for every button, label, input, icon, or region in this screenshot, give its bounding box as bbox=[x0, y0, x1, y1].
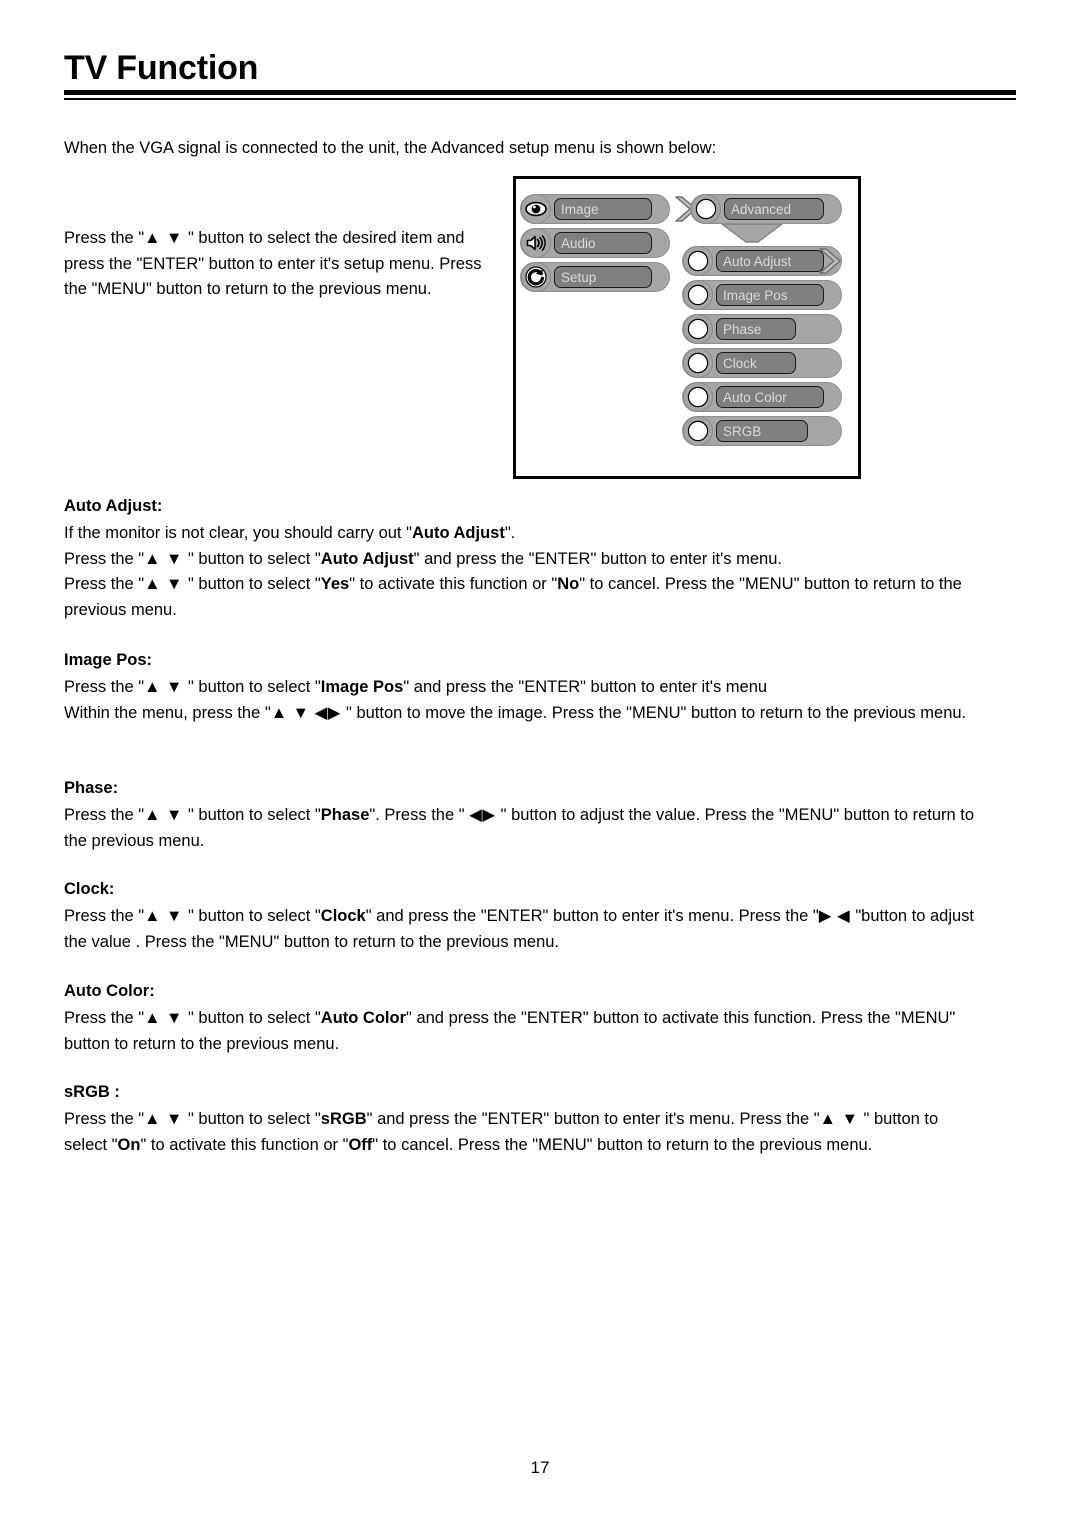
osd-main-item-setup[interactable]: Setup bbox=[520, 262, 670, 292]
osd-subitem-phase[interactable]: Phase bbox=[682, 314, 842, 344]
section-line: Press the "▲ ▼ " button to select "Image… bbox=[64, 678, 768, 696]
osd-main-item-image[interactable]: Image bbox=[520, 194, 670, 224]
osd-capsule: Phase bbox=[682, 314, 842, 344]
crescent-moon-icon bbox=[683, 382, 713, 412]
section-srgb: sRGB : Press the "▲ ▼ " button to select… bbox=[64, 1080, 984, 1158]
section-title: Auto Color: bbox=[64, 982, 155, 1000]
section-line: Press the "▲ ▼ " button to select "Yes" … bbox=[64, 575, 962, 619]
osd-main-item-audio[interactable]: Audio bbox=[520, 228, 670, 258]
crescent-moon-icon bbox=[683, 348, 713, 378]
navigation-instructions-text: Press the "▲ ▼ " button to select the de… bbox=[64, 229, 482, 298]
osd-subitem-auto-color[interactable]: Auto Color bbox=[682, 382, 842, 412]
heading-rule-thin bbox=[64, 98, 1016, 100]
osd-item-label: Auto Color bbox=[716, 386, 824, 408]
osd-subitem-clock[interactable]: Clock bbox=[682, 348, 842, 378]
osd-menu-diagram: Image Audio Setup Advanced Auto Adjust I… bbox=[513, 176, 861, 479]
section-auto-adjust: Auto Adjust: If the monitor is not clear… bbox=[64, 494, 984, 623]
section-title: Auto Adjust: bbox=[64, 497, 163, 515]
eye-icon bbox=[521, 194, 551, 224]
page-title: TV Function bbox=[64, 49, 259, 87]
manual-page: TV Function When the VGA signal is conne… bbox=[0, 0, 1080, 1527]
section-clock: Clock: Press the "▲ ▼ " button to select… bbox=[64, 877, 984, 955]
section-line: Press the "▲ ▼ " button to select "Phase… bbox=[64, 806, 975, 850]
osd-item-label: Phase bbox=[716, 318, 796, 340]
crescent-moon-icon bbox=[683, 246, 713, 276]
section-line: Within the menu, press the "▲ ▼ ◀▶ " but… bbox=[64, 703, 967, 722]
osd-item-label: Audio bbox=[554, 232, 652, 254]
speaker-icon bbox=[521, 228, 551, 258]
osd-capsule: Clock bbox=[682, 348, 842, 378]
osd-capsule: Setup bbox=[520, 262, 670, 292]
section-title: Clock: bbox=[64, 880, 115, 898]
section-line: Press the "▲ ▼ " button to select "Clock… bbox=[64, 907, 975, 951]
osd-subitem-srgb[interactable]: SRGB bbox=[682, 416, 842, 446]
intro-paragraph: When the VGA signal is connected to the … bbox=[64, 139, 717, 157]
crescent-moon-icon bbox=[683, 416, 713, 446]
section-line: Press the "▲ ▼ " button to select "Auto … bbox=[64, 1009, 956, 1053]
section-image-pos: Image Pos: Press the "▲ ▼ " button to se… bbox=[64, 648, 984, 726]
section-title: Image Pos: bbox=[64, 651, 153, 669]
osd-item-advanced[interactable]: Advanced bbox=[690, 194, 842, 224]
navigation-instructions: Press the "▲ ▼ " button to select the de… bbox=[64, 226, 484, 303]
section-line: Press the "▲ ▼ " button to select "sRGB"… bbox=[64, 1110, 939, 1154]
osd-item-label: Image bbox=[554, 198, 652, 220]
section-title: sRGB : bbox=[64, 1083, 120, 1101]
refresh-icon bbox=[521, 262, 551, 292]
osd-item-label: SRGB bbox=[716, 420, 808, 442]
section-phase: Phase: Press the "▲ ▼ " button to select… bbox=[64, 776, 984, 854]
crescent-moon-icon bbox=[683, 314, 713, 344]
arrow-down-icon bbox=[722, 224, 782, 244]
osd-capsule: Image Pos bbox=[682, 280, 842, 310]
osd-item-label: Clock bbox=[716, 352, 796, 374]
osd-item-label: Image Pos bbox=[716, 284, 824, 306]
osd-capsule: Advanced bbox=[690, 194, 842, 224]
section-line: Press the "▲ ▼ " button to select "Auto … bbox=[64, 549, 782, 568]
osd-item-label: Auto Adjust bbox=[716, 250, 824, 272]
osd-subitem-image-pos[interactable]: Image Pos bbox=[682, 280, 842, 310]
osd-capsule: SRGB bbox=[682, 416, 842, 446]
osd-capsule: Audio bbox=[520, 228, 670, 258]
chevron-right-icon bbox=[816, 246, 842, 276]
crescent-moon-icon bbox=[691, 194, 721, 224]
page-heading: TV Function bbox=[64, 48, 1016, 100]
section-auto-color: Auto Color: Press the "▲ ▼ " button to s… bbox=[64, 979, 984, 1057]
osd-capsule: Auto Color bbox=[682, 382, 842, 412]
section-title: Phase: bbox=[64, 779, 119, 797]
osd-item-label: Advanced bbox=[724, 198, 824, 220]
osd-capsule: Image bbox=[520, 194, 670, 224]
page-number: 17 bbox=[530, 1458, 550, 1477]
crescent-moon-icon bbox=[683, 280, 713, 310]
section-line: If the monitor is not clear, you should … bbox=[64, 524, 516, 542]
osd-item-label: Setup bbox=[554, 266, 652, 288]
